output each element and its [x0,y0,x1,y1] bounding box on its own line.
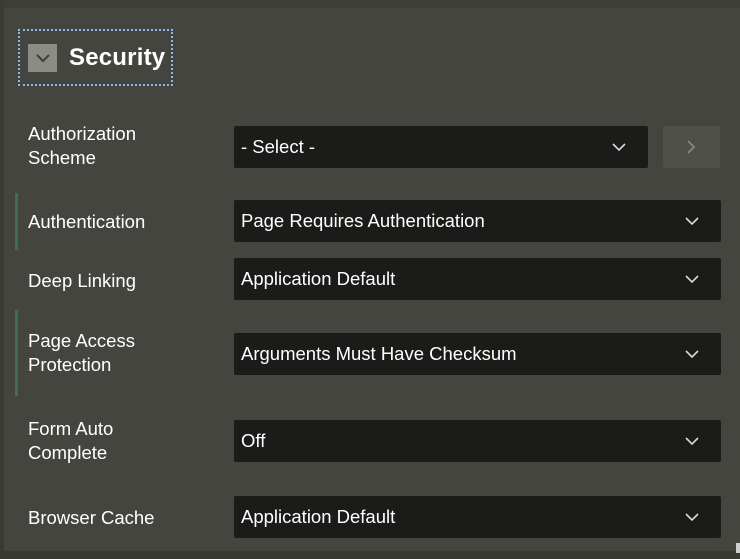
page-access-protection-select[interactable]: Arguments Must Have Checksum [234,333,721,375]
select-value: - Select - [241,136,316,157]
security-panel: Security Authorization Scheme - Select -… [0,0,740,559]
field-label: Authorization Scheme [28,122,136,170]
chevron-down-icon [612,143,626,152]
chevron-down-icon [685,437,699,446]
select-value: Application Default [241,506,396,527]
field-label-line: Scheme [28,147,96,168]
panel-left-edge [0,0,4,559]
select-value: Application Default [241,268,396,289]
changed-marker [15,310,18,396]
chevron-down-icon [685,513,699,522]
field-label: Deep Linking [28,269,136,293]
form-auto-complete-select[interactable]: Off [234,420,721,462]
field-label-line: Page Access [28,330,135,351]
chevron-down-icon [685,217,699,226]
select-value: Page Requires Authentication [241,210,485,231]
field-label-line: Form Auto [28,418,114,439]
go-to-authorization-scheme-button[interactable] [663,126,720,168]
chevron-down-icon [685,350,699,359]
collapse-button[interactable] [28,43,57,72]
field-label-line: Complete [28,442,108,463]
browser-cache-select[interactable]: Application Default [234,496,721,538]
field-label-line: Deep Linking [28,270,136,291]
field-label-line: Browser Cache [28,507,155,528]
section-title: Security [69,43,166,71]
authentication-select[interactable]: Page Requires Authentication [234,200,721,242]
chevron-down-icon [35,53,50,62]
deep-linking-select[interactable]: Application Default [234,258,721,300]
field-label-line: Authentication [28,211,146,232]
security-section-toggle[interactable]: Security [18,29,173,86]
panel-top-edge [0,0,740,8]
authorization-scheme-select[interactable]: - Select - [234,126,648,168]
panel-bottom-edge [0,551,740,559]
field-label: Authentication [28,210,145,234]
select-value: Off [241,430,266,451]
select-value: Arguments Must Have Checksum [241,343,517,364]
chevron-down-icon [685,275,699,284]
field-label-line: Protection [28,354,112,375]
chevron-right-icon [687,140,696,154]
field-label-line: Authorization [28,123,136,144]
field-label: Page Access Protection [28,329,135,377]
field-label: Form Auto Complete [28,417,113,465]
changed-marker [15,193,18,250]
scrollbar-thumb[interactable] [736,543,740,553]
field-label: Browser Cache [28,506,154,530]
